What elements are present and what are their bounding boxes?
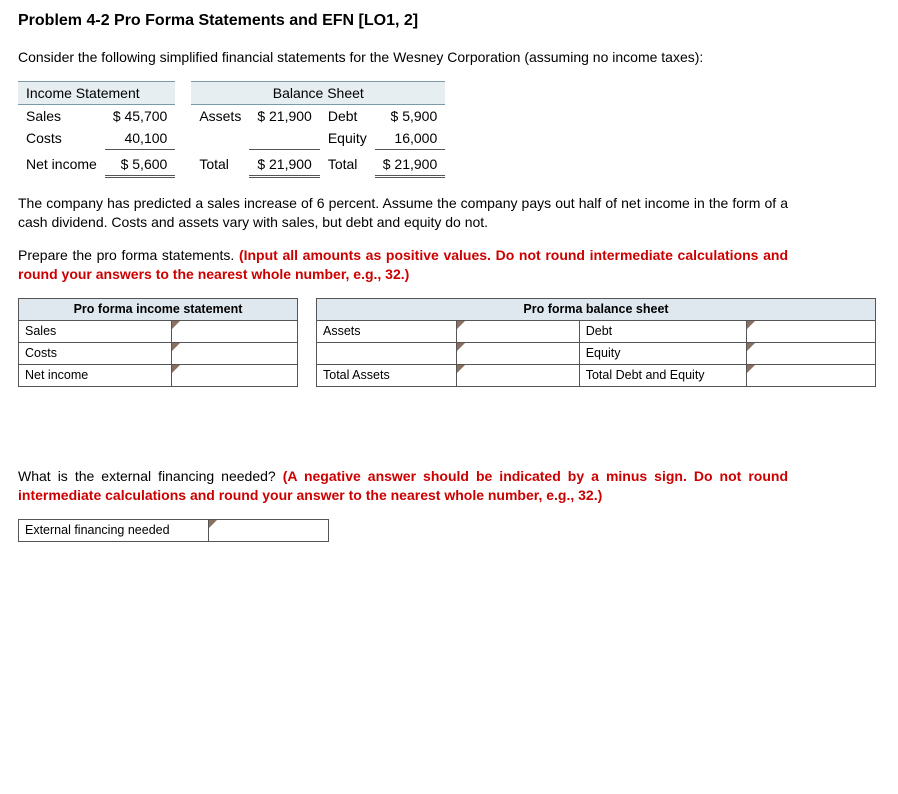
input-marker-icon	[457, 321, 465, 329]
pf-blank-input[interactable]	[457, 343, 579, 364]
efn-label: External financing needed	[19, 519, 209, 541]
pf-costs-label: Costs	[19, 342, 172, 364]
total-liab-value: $ 21,900	[375, 153, 446, 177]
income-stmt-header: Income Statement	[18, 81, 175, 104]
sales-label: Sales	[18, 104, 105, 127]
pf-totalassets-label: Total Assets	[317, 364, 457, 386]
equity-value: 16,000	[375, 127, 446, 150]
total-assets-value: $ 21,900	[249, 153, 320, 177]
pf-totalassets-input[interactable]	[457, 365, 579, 386]
pf-netincome-label: Net income	[19, 364, 172, 386]
efn-input[interactable]	[209, 520, 328, 541]
total-liab-label: Total	[320, 153, 375, 177]
pf-sales-label: Sales	[19, 320, 172, 342]
pf-sales-input[interactable]	[172, 321, 297, 342]
pf-blank-label	[317, 342, 457, 364]
pf-equity-input[interactable]	[747, 343, 875, 364]
assets-label: Assets	[191, 104, 249, 127]
pf-netincome-input[interactable]	[172, 365, 297, 386]
costs-label: Costs	[18, 127, 105, 150]
pro-forma-balance-table: Pro forma balance sheet Assets Debt Equi…	[316, 298, 876, 387]
pf-totalde-label: Total Debt and Equity	[579, 364, 747, 386]
instructions-1: Prepare the pro forma statements. (Input…	[18, 246, 788, 284]
pf-totalde-input[interactable]	[747, 365, 875, 386]
pf-balance-header: Pro forma balance sheet	[317, 298, 876, 320]
input-marker-icon	[209, 520, 217, 528]
net-income-value: $ 5,600	[105, 153, 176, 177]
given-statements-table: Income Statement Balance Sheet Sales $ 4…	[18, 81, 445, 179]
equity-label: Equity	[320, 127, 375, 150]
input-marker-icon	[457, 343, 465, 351]
pf-assets-input[interactable]	[457, 321, 579, 342]
input-marker-icon	[747, 365, 755, 373]
instructions-2: What is the external financing needed? (…	[18, 467, 788, 505]
intro-text: Consider the following simplified financ…	[18, 48, 788, 67]
sales-value: $ 45,700	[105, 104, 176, 127]
pf-equity-label: Equity	[579, 342, 747, 364]
input-marker-icon	[172, 343, 180, 351]
balance-sheet-header: Balance Sheet	[191, 81, 445, 104]
page-title: Problem 4-2 Pro Forma Statements and EFN…	[18, 12, 880, 30]
pf-assets-label: Assets	[317, 320, 457, 342]
total-assets-label: Total	[191, 153, 249, 177]
pf-costs-input[interactable]	[172, 343, 297, 364]
assumptions-text: The company has predicted a sales increa…	[18, 194, 788, 232]
net-income-label: Net income	[18, 153, 105, 177]
debt-value: $ 5,900	[375, 104, 446, 127]
input-marker-icon	[172, 365, 180, 373]
assets-value: $ 21,900	[249, 104, 320, 127]
pf-income-header: Pro forma income statement	[19, 298, 298, 320]
input-marker-icon	[747, 343, 755, 351]
pf-debt-input[interactable]	[747, 321, 875, 342]
input-marker-icon	[172, 321, 180, 329]
pro-forma-income-table: Pro forma income statement Sales Costs N…	[18, 298, 298, 387]
debt-label: Debt	[320, 104, 375, 127]
efn-table: External financing needed	[18, 519, 329, 542]
input-marker-icon	[457, 365, 465, 373]
costs-value: 40,100	[105, 127, 176, 150]
input-marker-icon	[747, 321, 755, 329]
pf-debt-label: Debt	[579, 320, 747, 342]
